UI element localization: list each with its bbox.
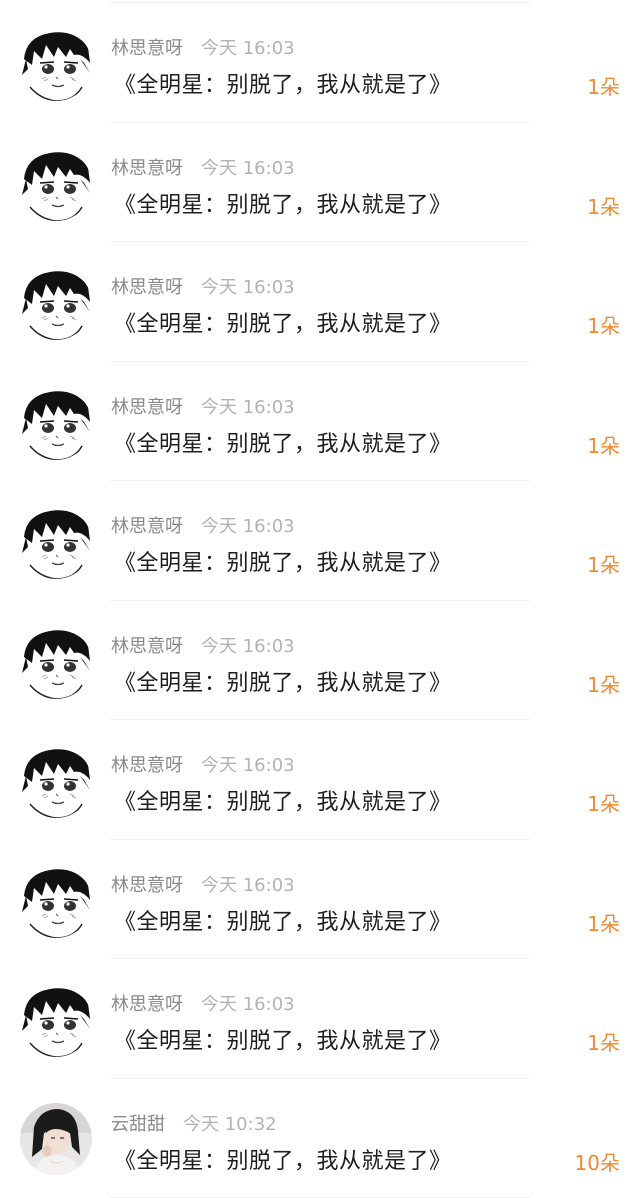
comment-item[interactable]: 林思意呀 今天 16:03 《全明星：别脱了，我从就是了》 1朵 xyxy=(0,481,640,601)
comment-text: 《全明星：别脱了，我从就是了》 xyxy=(114,1029,452,1054)
username[interactable]: 林思意呀 xyxy=(111,273,183,299)
comment-item[interactable]: 林思意呀 今天 16:03 《全明星：别脱了，我从就是了》 1朵 xyxy=(0,3,640,123)
comment-meta: 林思意呀 今天 16:03 xyxy=(111,752,295,776)
timestamp: 今天 16:03 xyxy=(201,755,295,776)
timestamp: 今天 16:03 xyxy=(201,994,295,1015)
comment-text: 《全明星：别脱了，我从就是了》 xyxy=(114,312,452,337)
flower-count: 1朵 xyxy=(587,672,620,697)
anime-boy-avatar[interactable] xyxy=(20,626,92,699)
comment-meta: 林思意呀 今天 16:03 xyxy=(111,394,295,418)
flower-count: 1朵 xyxy=(587,433,620,458)
comment-text: 《全明星：别脱了，我从就是了》 xyxy=(114,551,452,576)
timestamp: 今天 16:03 xyxy=(201,874,295,896)
timestamp: 今天 10:32 xyxy=(183,1113,277,1135)
username[interactable]: 林思意呀 xyxy=(111,871,183,897)
username[interactable]: 林思意呀 xyxy=(111,990,183,1016)
username[interactable]: 林思意呀 xyxy=(111,632,183,658)
comment-meta: 林思意呀 今天 16:03 xyxy=(111,513,295,537)
comment-text: 《全明星：别脱了，我从就是了》 xyxy=(114,431,452,457)
timestamp: 今天 16:03 xyxy=(201,277,295,298)
comment-item[interactable]: 林思意呀 今天 16:03 《全明星：别脱了，我从就是了》 1朵 xyxy=(0,840,640,959)
comment-item[interactable]: 林思意呀 今天 16:03 《全明星：别脱了，我从就是了》 1朵 xyxy=(0,959,640,1079)
comment-item[interactable]: 林思意呀 今天 16:03 《全明星：别脱了，我从就是了》 1朵 xyxy=(0,601,640,720)
comment-item[interactable]: 云甜甜 今天 10:32 《全明星：别脱了，我从就是了》 10朵 xyxy=(0,1079,640,1198)
flower-count: 1朵 xyxy=(587,1031,620,1055)
username[interactable]: 林思意呀 xyxy=(111,154,183,180)
comment-meta: 林思意呀 今天 16:03 xyxy=(111,155,295,179)
comment-item[interactable]: 林思意呀 今天 16:03 《全明星：别脱了，我从就是了》 1朵 xyxy=(0,720,640,840)
anime-boy-avatar[interactable] xyxy=(20,148,92,221)
comment-meta: 云甜甜 今天 10:32 xyxy=(111,1111,277,1135)
username[interactable]: 林思意呀 xyxy=(111,751,183,777)
timestamp: 今天 16:03 xyxy=(201,516,295,537)
comment-text: 《全明星：别脱了，我从就是了》 xyxy=(114,1148,452,1174)
flower-count: 1朵 xyxy=(587,911,620,936)
anime-boy-avatar[interactable] xyxy=(20,865,92,938)
comment-meta: 林思意呀 今天 16:03 xyxy=(111,991,295,1015)
flower-count: 1朵 xyxy=(587,553,620,577)
flower-count: 10朵 xyxy=(574,1150,620,1175)
comment-text: 《全明星：别脱了，我从就是了》 xyxy=(114,909,452,935)
comment-text: 《全明星：别脱了，我从就是了》 xyxy=(114,192,452,218)
timestamp: 今天 16:03 xyxy=(201,635,295,657)
anime-boy-avatar[interactable] xyxy=(20,29,92,101)
comment-item[interactable]: 林思意呀 今天 16:03 《全明星：别脱了，我从就是了》 1朵 xyxy=(0,123,640,242)
comment-item[interactable]: 林思意呀 今天 16:03 《全明星：别脱了，我从就是了》 1朵 xyxy=(0,362,640,481)
timestamp: 今天 16:03 xyxy=(201,396,295,418)
comment-text: 《全明星：别脱了，我从就是了》 xyxy=(114,73,452,98)
flower-count: 1朵 xyxy=(587,194,620,219)
anime-boy-avatar[interactable] xyxy=(20,268,92,340)
timestamp: 今天 16:03 xyxy=(201,38,295,59)
flower-count: 1朵 xyxy=(587,792,620,816)
anime-boy-avatar[interactable] xyxy=(20,507,92,579)
username[interactable]: 林思意呀 xyxy=(111,393,183,419)
comment-item[interactable]: 林思意呀 今天 16:03 《全明星：别脱了，我从就是了》 1朵 xyxy=(0,242,640,362)
username[interactable]: 林思意呀 xyxy=(111,34,183,60)
timestamp: 今天 16:03 xyxy=(201,157,295,179)
comment-meta: 林思意呀 今天 16:03 xyxy=(111,633,295,657)
comment-meta: 林思意呀 今天 16:03 xyxy=(111,274,295,298)
comment-text: 《全明星：别脱了，我从就是了》 xyxy=(114,670,452,696)
username[interactable]: 云甜甜 xyxy=(111,1110,165,1136)
flower-count: 1朵 xyxy=(587,314,620,338)
photo-girl-avatar[interactable] xyxy=(20,1102,92,1175)
anime-boy-avatar[interactable] xyxy=(20,387,92,460)
comment-text: 《全明星：别脱了，我从就是了》 xyxy=(114,790,452,815)
comment-meta: 林思意呀 今天 16:03 xyxy=(111,872,295,896)
username[interactable]: 林思意呀 xyxy=(111,512,183,538)
comment-meta: 林思意呀 今天 16:03 xyxy=(111,35,295,59)
anime-boy-avatar[interactable] xyxy=(20,746,92,818)
anime-boy-avatar[interactable] xyxy=(20,985,92,1057)
flower-count: 1朵 xyxy=(587,75,620,99)
